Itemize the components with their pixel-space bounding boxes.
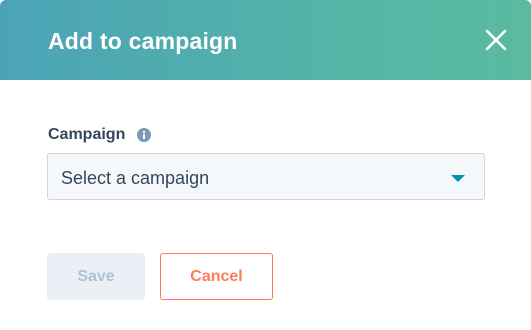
close-button[interactable] <box>483 27 509 53</box>
cancel-button[interactable]: Cancel <box>160 253 273 300</box>
caret-down-icon <box>451 175 465 182</box>
add-to-campaign-dialog: Add to campaign Campaign Select a campai… <box>0 0 531 330</box>
campaign-select-value: Select a campaign <box>61 168 210 188</box>
campaign-select[interactable]: Select a campaign <box>47 153 485 200</box>
close-icon <box>485 29 507 51</box>
save-button[interactable]: Save <box>47 253 145 300</box>
campaign-field-label: Campaign <box>48 126 126 143</box>
dialog-header: Add to campaign <box>0 0 531 80</box>
info-icon[interactable] <box>137 128 152 142</box>
dialog-title: Add to campaign <box>48 28 238 54</box>
campaign-field-label-row: Campaign <box>48 124 152 146</box>
